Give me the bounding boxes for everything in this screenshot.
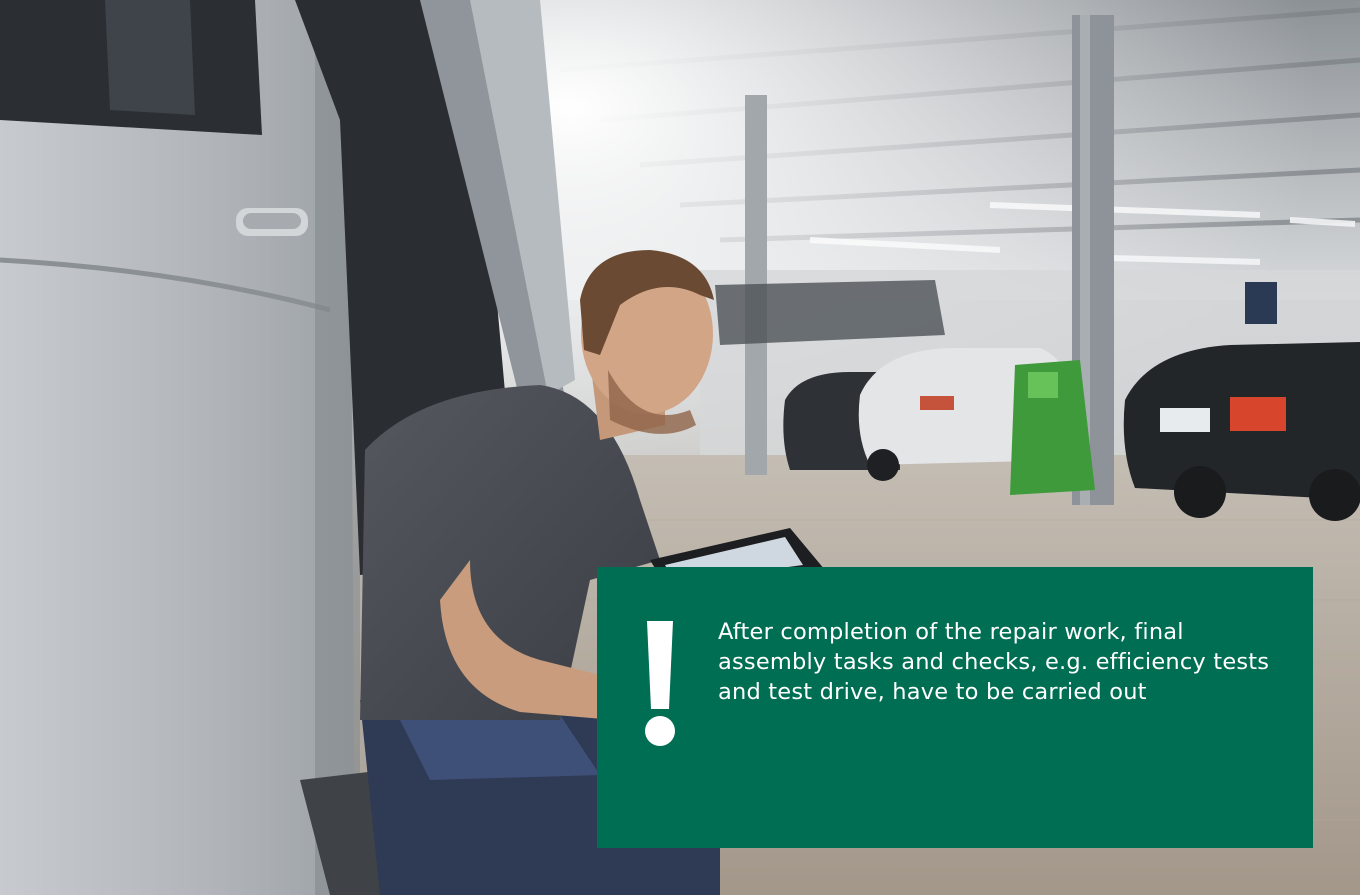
notice-text: After completion of the repair work, fin… [718, 619, 1270, 705]
exclamation-icon [645, 621, 675, 746]
notice-panel [597, 567, 1313, 848]
